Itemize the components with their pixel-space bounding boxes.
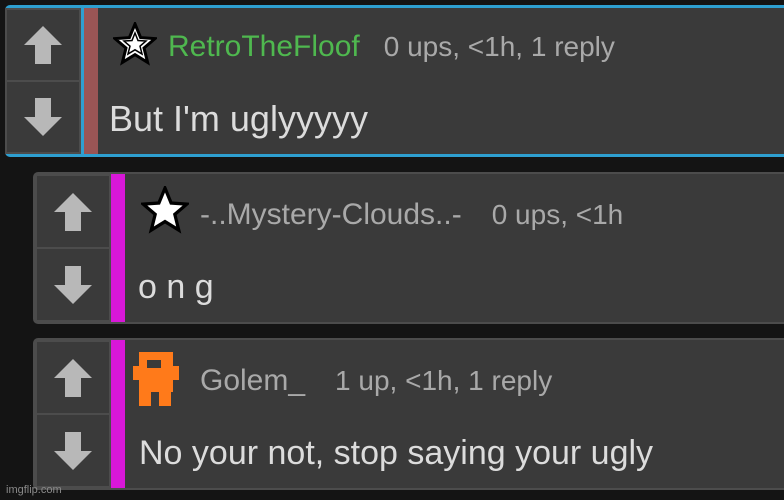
up-arrow-icon (54, 192, 92, 231)
thread-bar (111, 174, 125, 322)
upvote-button[interactable] (35, 174, 111, 249)
vote-controls (5, 8, 81, 154)
downvote-button[interactable] (5, 82, 81, 154)
up-arrow-icon (54, 358, 92, 397)
thread-bar (111, 340, 125, 488)
upvote-button[interactable] (5, 8, 81, 82)
thread-bar (81, 8, 98, 154)
pixel-avatar-icon (133, 352, 179, 411)
comment-header: -..Mystery-Clouds..- 0 ups, <1h (200, 198, 623, 232)
outlined-star-icon (111, 20, 159, 71)
comment-body: No your not, stop saying your ugly (139, 434, 654, 472)
upvote-button[interactable] (35, 340, 111, 415)
comment-retrothefloof: RetroTheFloof 0 ups, <1h, 1 reply But I'… (5, 5, 784, 157)
downvote-button[interactable] (35, 249, 111, 322)
comment-mystery-clouds: -..Mystery-Clouds..- 0 ups, <1h o n g (33, 172, 784, 324)
comment-meta: 0 ups, <1h (491, 199, 624, 230)
username-link[interactable]: Golem_ (200, 364, 305, 398)
down-arrow-icon (24, 98, 62, 136)
comment-body: o n g (138, 268, 214, 306)
username-link[interactable]: -..Mystery-Clouds..- (200, 198, 462, 232)
up-arrow-icon (24, 26, 62, 64)
comment-header: RetroTheFloof 0 ups, <1h, 1 reply (168, 30, 615, 64)
comment-header: Golem_ 1 up, <1h, 1 reply (200, 364, 552, 398)
down-arrow-icon (54, 265, 92, 304)
username-link[interactable]: RetroTheFloof (168, 30, 360, 64)
down-arrow-icon (54, 431, 92, 470)
comment-meta: 0 ups, <1h, 1 reply (383, 31, 615, 62)
white-star-icon (139, 183, 191, 239)
comment-golem: Golem_ 1 up, <1h, 1 reply No your not, s… (33, 338, 784, 490)
downvote-button[interactable] (35, 415, 111, 488)
vote-controls (35, 174, 111, 322)
vote-controls (35, 340, 111, 488)
imgflip-watermark: imgflip.com (6, 484, 62, 496)
comment-meta: 1 up, <1h, 1 reply (335, 365, 553, 396)
comment-body: But I'm uglyyyyy (109, 98, 368, 139)
